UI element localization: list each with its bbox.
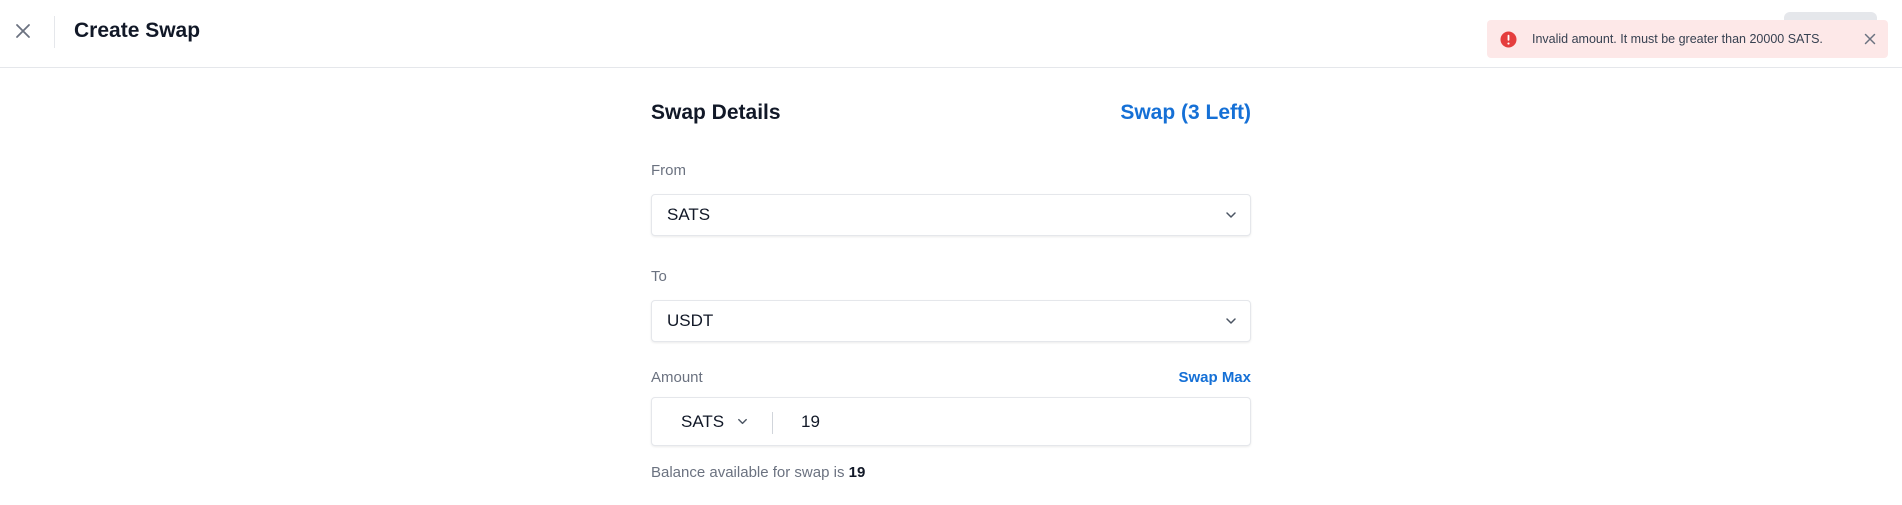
header-divider (54, 16, 55, 48)
balance-text: Balance available for swap is 19 (651, 464, 865, 481)
close-icon (1864, 33, 1876, 45)
amount-field: SATS (651, 397, 1251, 446)
to-label: To (651, 268, 667, 285)
balance-prefix: Balance available for swap is (651, 464, 849, 481)
from-label: From (651, 162, 686, 179)
error-toast: Invalid amount. It must be greater than … (1487, 20, 1888, 58)
close-button[interactable] (10, 18, 36, 44)
amount-input[interactable] (801, 398, 1241, 445)
balance-value: 19 (848, 464, 866, 481)
page-title: Create Swap (74, 19, 201, 42)
chevron-down-icon (1224, 208, 1238, 222)
amount-unit-value: SATS (681, 411, 725, 431)
toast-close-button[interactable] (1862, 31, 1878, 47)
amount-unit-select[interactable]: SATS (652, 398, 772, 445)
alert-circle-icon (1500, 31, 1517, 48)
swap-form: Swap Details Swap (3 Left) From SATS To … (651, 0, 1251, 505)
section-title: Swap Details (651, 101, 781, 124)
swap-count-link[interactable]: Swap (3 Left) (1120, 101, 1251, 125)
from-select-value: SATS (667, 205, 711, 224)
amount-label: Amount (651, 369, 703, 386)
to-select-value: USDT (667, 311, 714, 330)
chevron-down-icon (1224, 314, 1238, 328)
toast-message: Invalid amount. It must be greater than … (1532, 32, 1823, 46)
to-select[interactable]: USDT (651, 300, 1251, 342)
close-icon (16, 24, 30, 38)
from-select[interactable]: SATS (651, 194, 1251, 236)
amount-divider (772, 412, 773, 434)
swap-max-link[interactable]: Swap Max (1178, 369, 1251, 386)
chevron-down-icon (736, 415, 749, 428)
